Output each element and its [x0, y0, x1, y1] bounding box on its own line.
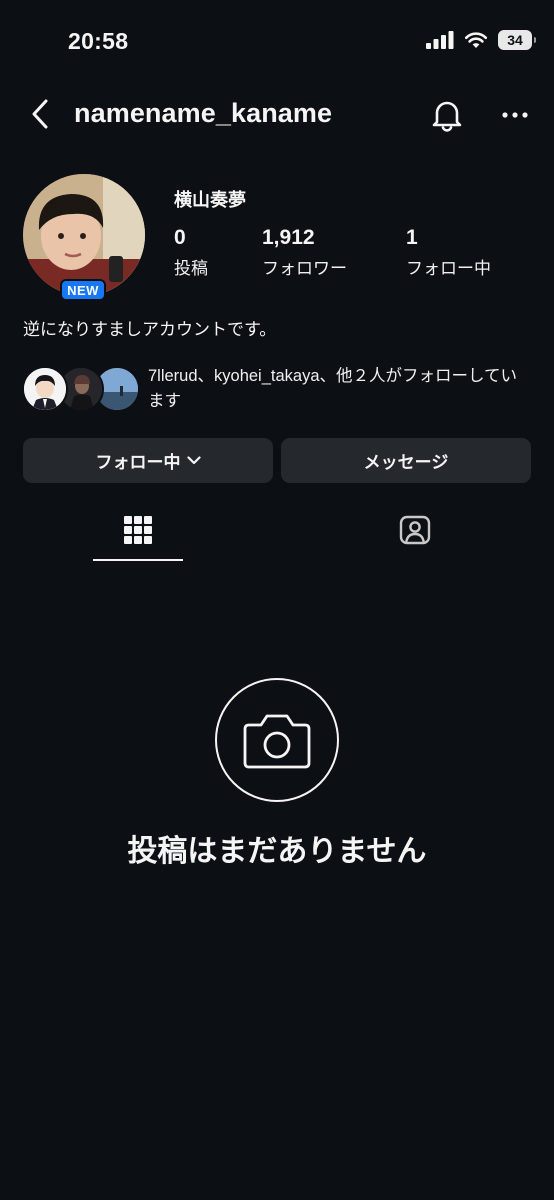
profile-avatar[interactable] — [23, 174, 145, 296]
active-tab-indicator — [93, 559, 183, 561]
chevron-down-icon — [186, 456, 201, 465]
mutual-avatar — [22, 366, 68, 412]
following-button[interactable]: フォロー中 — [23, 438, 273, 483]
wifi-icon — [464, 32, 488, 48]
mutual-followers-text[interactable]: 7llerud、kyohei_takaya、他２人がフォローしています — [148, 364, 532, 414]
new-badge: NEW — [60, 279, 106, 301]
mutual-followers-avatars[interactable] — [22, 366, 142, 412]
camera-icon — [243, 714, 311, 769]
following-button-label: フォロー中 — [95, 453, 181, 472]
followers-stat[interactable]: 1,912 フォロワー — [262, 226, 347, 279]
tagged-person-icon — [399, 515, 431, 545]
chevron-left-icon — [32, 99, 48, 129]
tab-posts-grid[interactable] — [93, 508, 183, 562]
battery-level: 34 — [507, 32, 523, 48]
status-time: 20:58 — [68, 28, 129, 54]
followers-count: 1,912 — [262, 226, 315, 249]
message-button[interactable]: メッセージ — [281, 438, 531, 483]
more-horizontal-icon — [502, 112, 528, 118]
profile-username: namename_kaname — [74, 98, 333, 128]
avatar-photo — [23, 174, 145, 296]
profile-bio: 逆になりすましアカウントです。 — [23, 320, 277, 339]
bell-icon — [432, 101, 462, 132]
empty-state-camera — [215, 678, 339, 802]
followers-label: フォロワー — [262, 259, 347, 278]
grid-icon — [124, 516, 152, 544]
notifications-button[interactable] — [428, 96, 466, 134]
signal-icon — [426, 31, 454, 49]
posts-label: 投稿 — [174, 259, 208, 278]
posts-count: 0 — [174, 226, 186, 249]
display-name: 横山奏夢 — [174, 190, 246, 210]
status-icons: 34 — [426, 30, 536, 50]
tab-tagged[interactable] — [370, 508, 460, 562]
following-stat[interactable]: 1 フォロー中 — [406, 226, 491, 279]
back-button[interactable] — [24, 96, 56, 132]
battery-icon: 34 — [498, 30, 536, 50]
empty-state-text: 投稿はまだありません — [127, 835, 427, 868]
posts-stat: 0 投稿 — [174, 226, 208, 279]
following-label: フォロー中 — [406, 259, 491, 278]
more-options-button[interactable] — [496, 96, 534, 134]
following-count: 1 — [406, 226, 418, 249]
